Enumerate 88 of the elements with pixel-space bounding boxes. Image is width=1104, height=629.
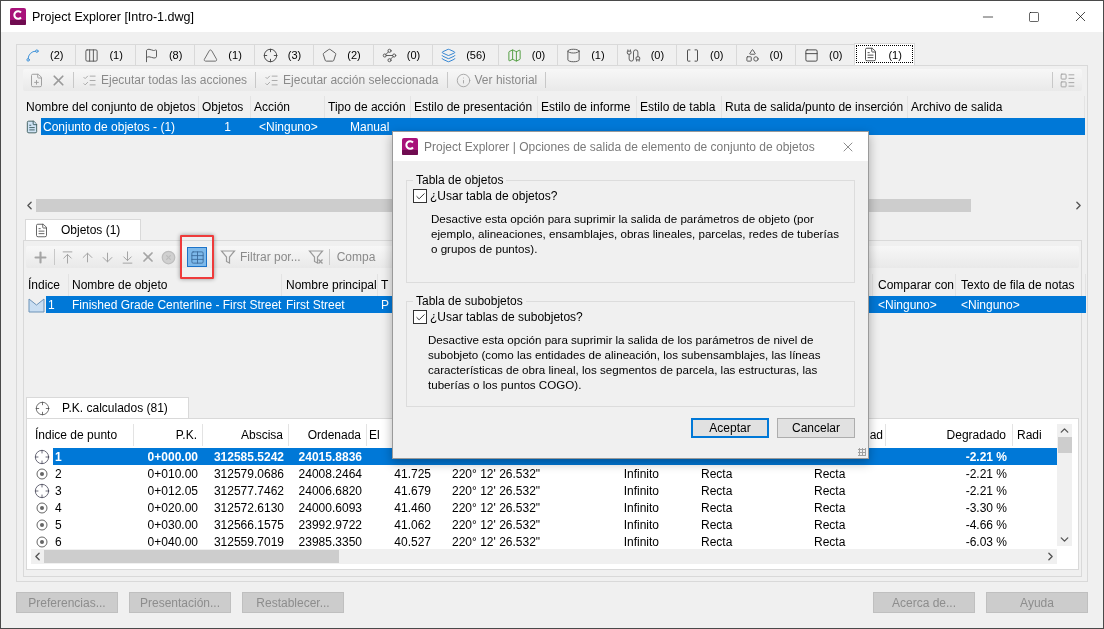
table-cell: -6.03 % (965, 534, 1007, 549)
table-cell: Recta (814, 500, 846, 515)
table-cell: Infinito (623, 534, 659, 549)
tab-count: (1) (228, 49, 242, 61)
table-cell: Recta (701, 517, 733, 532)
tab-count: (0) (769, 49, 783, 61)
table-cell: <Ninguno> (878, 297, 937, 312)
table-cell: 40.527 (394, 534, 431, 549)
dialog-title: Project Explorer | Opciones de salida de elemento de conjunto de objetos (424, 139, 816, 154)
table-cell: 1 (48, 297, 55, 312)
table-cell: Infinito (623, 500, 659, 515)
table-cell: 220° 12' 26.532" (452, 483, 541, 498)
table-cell: 0+010.00 (147, 466, 198, 481)
table-cell: 24008.2464 (298, 466, 362, 481)
table-cell: 0+020.00 (147, 500, 198, 515)
group-title: Tabla de objetos (415, 173, 505, 187)
table-cell: -2.21 % (965, 449, 1007, 464)
table-cell: 24015.8836 (298, 449, 362, 464)
table-cell: 1 (55, 449, 62, 464)
tab-count: (2) (347, 49, 361, 61)
table-cell: 220° 12' 26.532" (452, 500, 541, 515)
table-cell: 0+030.00 (147, 517, 198, 532)
tab-count: (1) (109, 49, 123, 61)
table-cell: 23992.9722 (298, 517, 362, 532)
tab-count: (0) (650, 49, 665, 61)
table-cell: 312577.7462 (213, 483, 284, 498)
option-description: Desactive esta opción para suprimir la salida de parámetros de objeto (por ejemplo, alineaciones, ensamblajes, obras lineales, parcelas, redes de tuberías o grupos de puntos). (431, 211, 840, 256)
table-cell: 220° 12' 26.532" (452, 466, 541, 481)
tab-count: (0) (710, 49, 724, 61)
table-cell: 2 (55, 466, 62, 481)
tab-count: (56) (466, 49, 486, 61)
table-cell: 3 (55, 483, 62, 498)
table-cell: Infinito (623, 466, 659, 481)
window-title: Project Explorer [Intro-1.dwg] (32, 9, 195, 24)
table-cell: -2.21 % (965, 483, 1007, 498)
table-cell: Infinito (623, 517, 659, 532)
table-cell: -2.21 % (965, 466, 1007, 481)
table-cell: 0+040.00 (147, 534, 198, 549)
table-cell: 41.460 (394, 500, 431, 515)
table-cell: <Ninguno> (259, 119, 318, 134)
group-title: Tabla de subobjetos (415, 294, 524, 308)
table-cell: P (381, 297, 389, 312)
table-cell: Infinito (623, 483, 659, 498)
table-cell: Manual (350, 119, 390, 134)
table-cell: 312559.7019 (213, 534, 284, 549)
table-cell: Recta (701, 500, 733, 515)
table-cell: 41.062 (394, 517, 431, 532)
table-cell: -4.66 % (965, 517, 1007, 532)
tab-count: (3) (287, 49, 302, 61)
table-cell: 4 (55, 500, 62, 515)
table-cell: Recta (701, 534, 733, 549)
table-cell: 0+000.00 (147, 449, 198, 464)
table-cell: Recta (814, 517, 846, 532)
table-cell: 1 (224, 119, 231, 134)
table-cell: 312585.5242 (213, 449, 284, 464)
checkbox-label: ¿Usar tabla de objetos? (430, 189, 558, 203)
table-cell: 24000.6093 (298, 500, 362, 515)
table-cell: 41.679 (394, 483, 431, 498)
table-cell: 23985.3350 (298, 534, 362, 549)
table-cell: 312566.1575 (213, 517, 284, 532)
tab-count: (0) (406, 49, 421, 61)
table-cell: 312572.6130 (213, 500, 284, 515)
tab-count: (0) (531, 49, 546, 61)
table-cell: 5 (55, 517, 62, 532)
table-cell: First Street (286, 297, 345, 312)
tab-count: (1) (888, 48, 902, 61)
table-cell: Recta (701, 466, 733, 481)
tab-count: (8) (168, 49, 183, 61)
checkbox-label: ¿Usar tablas de subobjetos? (430, 310, 583, 324)
table-cell: <Ninguno> (961, 297, 1020, 312)
option-description: Desactive esta opción para suprimir la salida de los parámetros de nivel de subobjeto (como las entidades de alineación, los subensamblajes, las líneas características de obra lineal, los segmentos de parcela, las estructuras, las tuberías o los puntos COGO). (428, 332, 822, 392)
table-cell: 312579.0686 (213, 466, 284, 481)
tab-count: (0) (829, 49, 843, 61)
table-cell: 6 (55, 534, 62, 549)
table-cell: 220° 12' 26.532" (452, 534, 541, 549)
table-cell: Recta (701, 483, 733, 498)
table-cell: -3.30 % (965, 500, 1007, 515)
table-cell: Recta (814, 483, 846, 498)
table-cell: Conjunto de objetos - (1) (43, 119, 176, 134)
table-cell: 220° 12' 26.532" (452, 517, 541, 532)
table-cell: Recta (814, 534, 846, 549)
tab-count: (1) (591, 49, 605, 61)
table-cell: Finished Grade Centerline - First Street (72, 297, 282, 312)
table-cell: 24006.6820 (298, 483, 362, 498)
table-cell: Recta (814, 466, 846, 481)
table-cell: 41.725 (394, 466, 431, 481)
tab-count: (2) (50, 49, 64, 61)
table-cell: 0+012.05 (147, 483, 198, 498)
